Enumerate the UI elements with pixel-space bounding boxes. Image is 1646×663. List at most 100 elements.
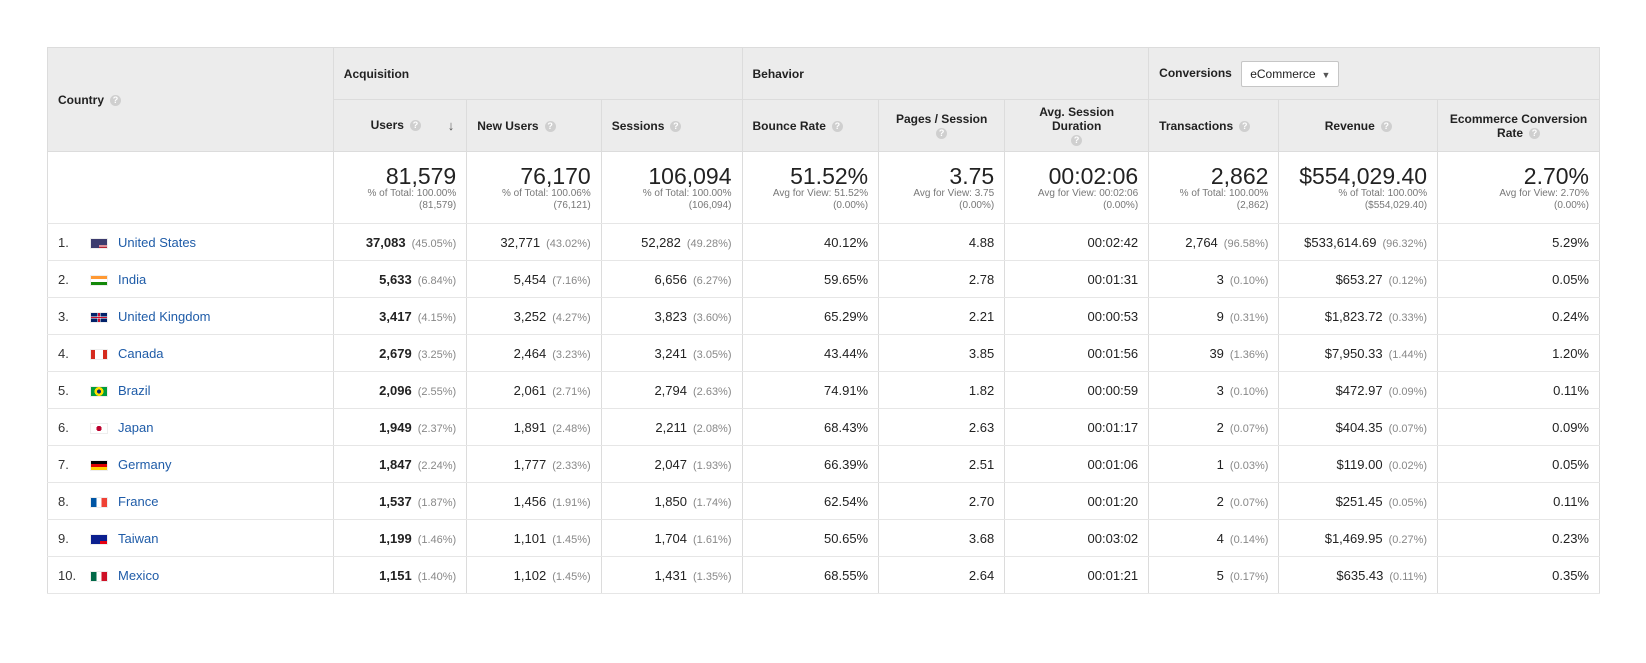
table-row[interactable]: 4. Canada 2,679 (3.25%) 2,464 (3.23%) 3,241 (3.… — [47, 334, 1600, 372]
table-row[interactable]: 9. Taiwan 1,199 (1.46%) 1,101 (1.45%) 1,704 (1.… — [47, 519, 1600, 557]
country-link[interactable]: United Kingdom — [118, 309, 211, 324]
row-index: 6. — [58, 419, 69, 435]
table-row[interactable]: 2. India 5,633 (6.84%) 5,454 (7.16%) 6,656 (6.2… — [47, 260, 1600, 298]
conversions-type-dropdown[interactable]: eCommerce ▼ — [1241, 60, 1340, 87]
help-icon[interactable]: ? — [936, 127, 948, 139]
japan-flag-icon — [90, 422, 108, 434]
revenue-cell: $653.27 (0.12%) — [1278, 260, 1439, 298]
transactions-value: 2 — [1216, 419, 1224, 435]
country-header-label: Country — [58, 92, 104, 107]
new-users-cell: 1,891 (2.48%) — [466, 408, 602, 446]
country-link[interactable]: Germany — [118, 457, 171, 472]
help-icon[interactable]: ? — [831, 120, 843, 132]
percent-of-total: (96.32%) — [1382, 237, 1428, 250]
sessions-value: 1,850 — [654, 493, 687, 509]
users-header-label: Users — [370, 118, 404, 132]
totals-sub: % of Total: 100.06% — [501, 187, 591, 199]
revenue-cell: $1,823.72 (0.33%) — [1278, 297, 1439, 335]
bounce-rate-header-label: Bounce Rate — [752, 118, 826, 133]
country-link[interactable]: Canada — [118, 346, 164, 361]
totals-value: 76,170 — [520, 162, 591, 189]
bounce-rate-cell: 50.65% — [741, 519, 880, 557]
avg-session-duration-column-header[interactable]: Avg. Session Duration? — [1004, 99, 1150, 152]
users-column-header[interactable]: Users? ↓ — [332, 99, 468, 152]
totals-sessions: 106,094% of Total: 100.00% (106,094) — [600, 151, 743, 224]
ecommerce-rate-value: 5.29% — [1552, 234, 1589, 250]
bounce-rate-cell: 65.29% — [741, 297, 880, 335]
help-icon[interactable]: ? — [1239, 120, 1251, 132]
behavior-group-header: Behavior — [741, 47, 1150, 100]
transactions-column-header[interactable]: Transactions? — [1148, 99, 1280, 152]
row-index: 3. — [58, 308, 69, 324]
percent-of-total: (0.10%) — [1229, 274, 1269, 287]
help-icon[interactable]: ? — [110, 94, 121, 106]
new-users-column-header[interactable]: New Users? — [466, 99, 602, 152]
percent-of-total: (0.10%) — [1229, 385, 1269, 398]
pages-session-cell: 1.82 — [878, 371, 1006, 409]
country-link[interactable]: Japan — [118, 420, 153, 435]
table-row[interactable]: 6. Japan 1,949 (2.37%) 1,891 (2.48%) 2,211 (2.0… — [47, 408, 1600, 446]
transactions-cell: 3 (0.10%) — [1148, 260, 1280, 298]
pages-session-value: 1.82 — [968, 382, 995, 398]
sessions-column-header[interactable]: Sessions? — [600, 99, 743, 152]
new-users-value: 5,454 — [513, 271, 547, 287]
revenue-column-header[interactable]: Revenue? — [1278, 99, 1439, 152]
help-icon[interactable]: ? — [1071, 134, 1083, 146]
totals-users: 81,579% of Total: 100.00% (81,579) — [332, 151, 468, 224]
table-row[interactable]: 10. Mexico 1,151 (1.40%) 1,102 (1.45%) 1,431 (1… — [47, 556, 1600, 594]
transactions-cell: 4 (0.14%) — [1148, 519, 1280, 557]
pages-session-value: 2.63 — [968, 419, 995, 435]
users-cell: 3,417 (4.15%) — [332, 297, 468, 335]
help-icon[interactable]: ? — [1529, 127, 1541, 139]
country-report-table: Country? Acquisition Behavior Conversion… — [47, 47, 1600, 594]
bounce-rate-cell: 43.44% — [741, 334, 880, 372]
totals-revenue: $554,029.40% of Total: 100.00% ($554,029.… — [1278, 151, 1439, 224]
table-row[interactable]: 5. Brazil 2,096 (2.55%) 2,061 (2.71%) 2,794 (2.… — [47, 371, 1600, 409]
sessions-cell: 1,704 (1.61%) — [600, 519, 743, 557]
table-row[interactable]: 7. Germany 1,847 (2.24%) 1,777 (2.33%) 2,047 (1… — [47, 445, 1600, 483]
table-row[interactable]: 8. France 1,537 (1.87%) 1,456 (1.91%) 1,850 (1.… — [47, 482, 1600, 520]
sort-descending-icon[interactable]: ↓ — [448, 118, 455, 133]
row-index: 2. — [58, 271, 69, 287]
help-icon[interactable]: ? — [1380, 120, 1392, 132]
pages-session-cell: 2.51 — [878, 445, 1006, 483]
country-cell: 2. India — [47, 260, 334, 298]
bounce-rate-value: 68.55% — [824, 567, 869, 583]
ecommerce-rate-cell: 0.11% — [1437, 482, 1600, 520]
help-icon[interactable]: ? — [409, 120, 421, 132]
caret-down-icon: ▼ — [1321, 69, 1331, 80]
revenue-header-label: Revenue — [1324, 118, 1375, 133]
table-row[interactable]: 3. United Kingdom 3,417 (4.15%) 3,252 (4.27%)… — [47, 297, 1600, 335]
duration-cell: 00:00:53 — [1004, 297, 1150, 335]
transactions-value: 5 — [1216, 567, 1224, 583]
totals-bounce-rate: 51.52% Avg for View: 51.52% (0.00%) — [741, 151, 880, 224]
sessions-cell: 3,241 (3.05%) — [600, 334, 743, 372]
ecommerce-rate-cell: 0.05% — [1437, 445, 1600, 483]
transactions-value: 2 — [1216, 493, 1224, 509]
country-link[interactable]: United States — [118, 235, 196, 250]
help-icon[interactable]: ? — [670, 120, 682, 132]
pages-session-column-header[interactable]: Pages / Session? — [878, 99, 1006, 152]
percent-of-total: (0.09%) — [1388, 385, 1428, 398]
country-header[interactable]: Country? — [47, 47, 334, 152]
help-icon[interactable]: ? — [544, 120, 556, 132]
ecommerce-rate-column-header[interactable]: Ecommerce Conversion Rate? — [1437, 99, 1600, 152]
percent-of-total: (0.02%) — [1388, 459, 1428, 472]
row-index: 9. — [58, 530, 69, 546]
bounce-rate-column-header[interactable]: Bounce Rate? — [741, 99, 880, 152]
country-link[interactable]: Brazil — [118, 383, 151, 398]
country-link[interactable]: Taiwan — [118, 531, 158, 546]
percent-of-total: (45.05%) — [411, 237, 457, 250]
bounce-rate-value: 59.65% — [824, 271, 869, 287]
country-link[interactable]: India — [118, 272, 146, 287]
pages-session-value: 2.70 — [968, 493, 995, 509]
country-link[interactable]: France — [118, 494, 158, 509]
percent-of-total: (6.27%) — [692, 274, 732, 287]
table-row[interactable]: 1. United States 37,083 (45.05%) 32,771 (43.0… — [47, 223, 1600, 261]
country-link[interactable]: Mexico — [118, 568, 159, 583]
new-users-value: 2,061 — [513, 382, 547, 398]
totals-value: 51.52% — [790, 162, 869, 189]
sessions-cell: 52,282 (49.28%) — [600, 223, 743, 261]
users-cell: 2,096 (2.55%) — [332, 371, 468, 409]
ecommerce-rate-cell: 5.29% — [1437, 223, 1600, 261]
